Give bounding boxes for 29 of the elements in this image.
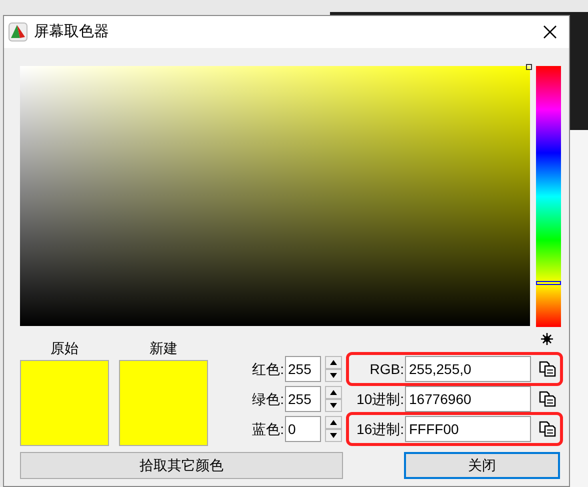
spinner-icon[interactable] xyxy=(325,416,342,442)
color-field[interactable] xyxy=(20,66,530,326)
copy-icon[interactable] xyxy=(539,361,557,377)
hue-slider[interactable] xyxy=(536,66,561,327)
close-icon[interactable] xyxy=(543,25,557,39)
slider-thumb[interactable] xyxy=(536,281,561,286)
copy-icon[interactable] xyxy=(539,391,557,407)
app-icon xyxy=(8,22,28,42)
close-button[interactable]: 关闭 xyxy=(404,452,560,479)
format-label: 10进制: xyxy=(356,390,405,408)
swatch-label: 新建 xyxy=(150,339,178,358)
spinner-icon[interactable] xyxy=(325,356,342,382)
channel-input[interactable]: 255 xyxy=(285,356,321,382)
channel-input[interactable]: 255 xyxy=(285,386,321,412)
channel-label: 红色: xyxy=(251,360,285,378)
pick-color-button[interactable]: 拾取其它颜色 xyxy=(20,452,343,479)
channel-label: 绿色: xyxy=(251,390,285,408)
window-title: 屏幕取色器 xyxy=(34,22,109,42)
copy-icon[interactable] xyxy=(539,421,557,437)
field-marker[interactable] xyxy=(526,64,532,70)
channel-label: 蓝色: xyxy=(251,420,285,438)
channel-input[interactable]: 0 xyxy=(285,416,321,442)
format-label: 16进制: xyxy=(356,420,405,438)
format-label: RGB: xyxy=(368,360,405,378)
format-field[interactable]: 16776960 xyxy=(405,386,531,412)
swatch-label: 原始 xyxy=(50,339,78,358)
format-field[interactable]: FFFF00 xyxy=(405,416,531,442)
format-field[interactable]: 255,255,0 xyxy=(405,356,531,382)
spinner-icon[interactable] xyxy=(325,386,342,412)
